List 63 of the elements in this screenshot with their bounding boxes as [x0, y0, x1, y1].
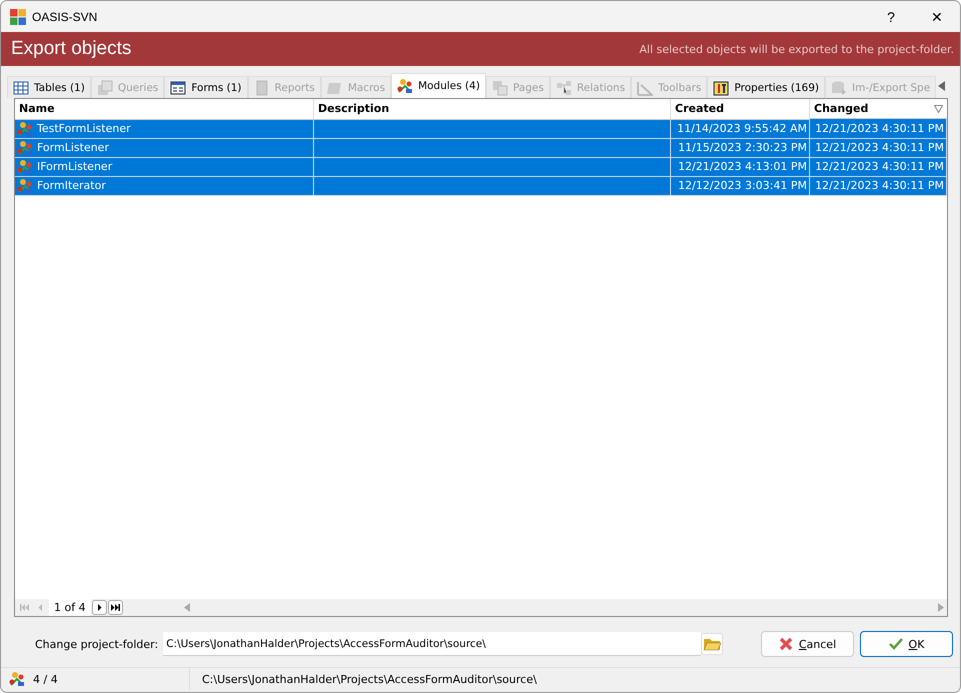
- module-icon: [17, 120, 33, 136]
- hint-text: All selected objects will be exported to the project-folder.: [639, 42, 954, 56]
- table-cell: 12/21/2023 4:30:11 PM: [810, 138, 946, 157]
- app-logo-icon: [10, 8, 26, 24]
- table-row[interactable]: TestFormListener 11/14/2023 9:55:42 AM 12/21/2023 4:30:11 PM: [15, 119, 946, 138]
- scroll-right-icon: [938, 603, 944, 612]
- last-record-icon: [110, 604, 120, 611]
- table-row[interactable]: FormIterator 12/12/2023 3:03:41 PM 12/21/2023 4:30:11 PM: [15, 176, 946, 195]
- filter-icon: [934, 104, 942, 112]
- table-cell: 12/21/2023 4:30:11 PM: [810, 157, 946, 176]
- stacked-windows-icon: [96, 80, 113, 96]
- field-label: Change project-folder:: [35, 638, 158, 650]
- table-cell: 11/15/2023 2:30:23 PM: [670, 138, 810, 157]
- module-icon: [397, 78, 414, 94]
- table-row[interactable]: IFormListener 12/21/2023 4:13:01 PM 12/21/2023 4:30:11 PM: [15, 157, 946, 176]
- checkmark-icon: [888, 637, 903, 651]
- module-icon: [17, 158, 33, 174]
- status-path: C:\Users\JonathanHalder\Projects\AccessFormAuditor\source\: [202, 672, 537, 686]
- record-counter: 1 of 4: [49, 599, 91, 616]
- column-header[interactable]: Description: [318, 102, 390, 116]
- table-cell: 12/12/2023 3:03:41 PM: [670, 176, 810, 195]
- tab[interactable]: Tables (1): [7, 76, 91, 98]
- property-sheet-icon: [713, 80, 730, 96]
- column-header[interactable]: Created: [675, 102, 724, 116]
- table-cell: 11/14/2023 9:55:42 AM: [670, 119, 810, 138]
- first-record-icon: [20, 604, 29, 611]
- table-cell: 12/21/2023 4:13:01 PM: [670, 157, 810, 176]
- ok-button[interactable]: OK: [860, 631, 953, 657]
- close-button[interactable]: ✕: [914, 1, 960, 32]
- last-record-button[interactable]: [108, 600, 123, 615]
- module-icon: [9, 671, 25, 687]
- database-icon: [831, 80, 847, 96]
- relations-icon: [556, 80, 572, 96]
- document-icon: [254, 80, 270, 96]
- previous-record-icon: [36, 604, 45, 611]
- tab[interactable]: Forms (1): [164, 76, 248, 98]
- dialog-title: Export objects: [11, 38, 132, 60]
- close-icon: [778, 637, 793, 651]
- table-row[interactable]: FormListener 11/15/2023 2:30:23 PM 12/21/2023 4:30:11 PM: [15, 138, 946, 157]
- browse-button[interactable]: [701, 633, 724, 655]
- column-header[interactable]: Name: [19, 102, 55, 116]
- module-icon: [17, 140, 33, 156]
- folder-icon: [703, 637, 722, 651]
- record-count: 4 / 4: [33, 672, 58, 686]
- table-cell: IFormListener: [37, 160, 112, 173]
- table-cell: 12/21/2023 4:30:11 PM: [810, 119, 946, 138]
- help-button[interactable]: ?: [868, 1, 914, 32]
- pages-icon: [492, 80, 508, 96]
- table-icon: [13, 80, 29, 96]
- next-record-button[interactable]: [92, 600, 107, 615]
- form-icon: [170, 80, 186, 96]
- folder-field[interactable]: C:\Users\JonathanHalder\Projects\AccessFormAuditor\source\: [163, 632, 702, 656]
- tab[interactable]: Properties (169): [707, 76, 825, 98]
- scroll-left-icon: [184, 603, 190, 612]
- column-header[interactable]: Changed: [814, 102, 868, 115]
- table-cell: FormIterator: [37, 179, 106, 192]
- table-cell: 12/21/2023 4:30:11 PM: [810, 176, 946, 195]
- tab[interactable]: Modules (4): [391, 73, 486, 98]
- table-cell: FormListener: [37, 141, 109, 154]
- module-icon: [17, 178, 33, 194]
- cancel-button[interactable]: Cancel: [761, 631, 854, 657]
- window-title: OASIS-SVN: [32, 10, 98, 24]
- table-cell: TestFormListener: [37, 122, 131, 135]
